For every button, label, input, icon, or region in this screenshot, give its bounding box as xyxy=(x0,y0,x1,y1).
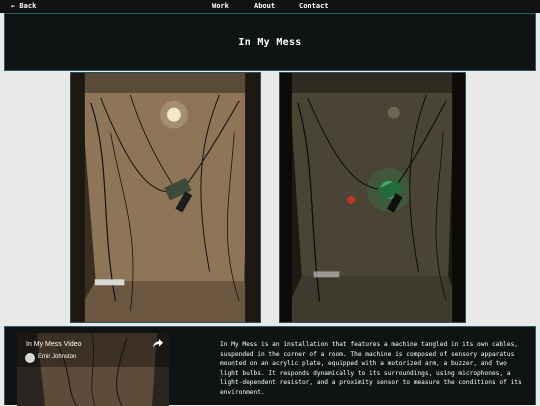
title-banner: In My Mess xyxy=(4,13,536,71)
page-title: In My Mess xyxy=(238,36,302,48)
installation-photo-lit xyxy=(70,72,261,323)
top-navigation-bar: ← Back Work About Contact xyxy=(0,0,540,13)
channel-avatar[interactable] xyxy=(25,353,35,363)
nav-link-work[interactable]: Work xyxy=(212,0,229,13)
video-embed[interactable]: In My Mess Video Emir Johnston xyxy=(17,333,169,406)
project-description: In My Mess is an installation that featu… xyxy=(220,341,522,396)
video-title[interactable]: In My Mess Video xyxy=(26,341,82,348)
video-channel-name[interactable]: Emir Johnston xyxy=(38,354,76,360)
installation-photo-dark xyxy=(279,72,466,323)
back-link[interactable]: ← Back xyxy=(11,0,36,13)
nav-link-contact[interactable]: Contact xyxy=(299,0,329,13)
share-icon[interactable] xyxy=(153,339,163,348)
project-details-section: In My Mess Video Emir Johnston In My Mes… xyxy=(4,326,536,406)
nav-link-about[interactable]: About xyxy=(254,0,275,13)
